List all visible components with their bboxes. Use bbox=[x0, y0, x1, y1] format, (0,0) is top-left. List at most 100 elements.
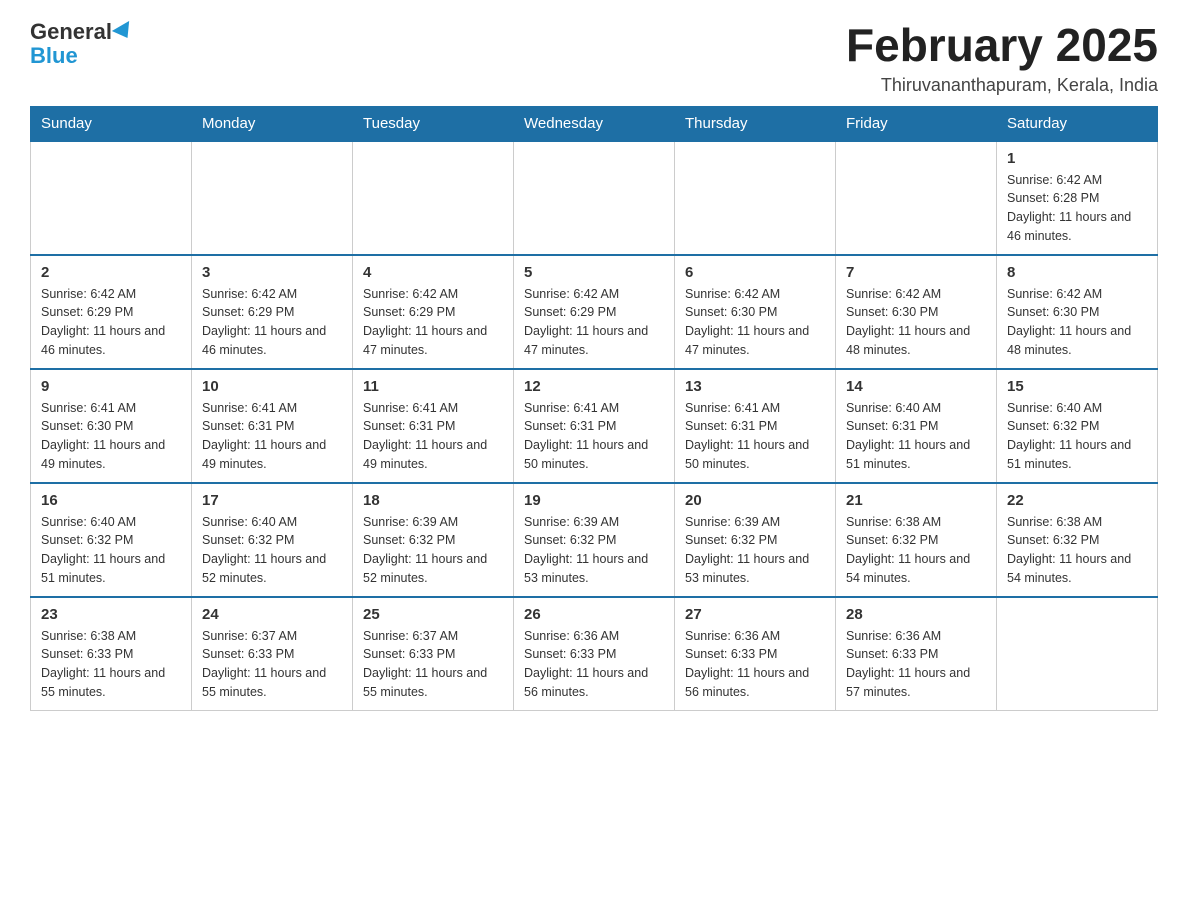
day-info: Sunrise: 6:38 AM Sunset: 6:32 PM Dayligh… bbox=[846, 513, 986, 588]
calendar-day-cell: 19 Sunrise: 6:39 AM Sunset: 6:32 PM Dayli… bbox=[514, 483, 675, 597]
logo: General Blue bbox=[30, 20, 134, 68]
day-info: Sunrise: 6:41 AM Sunset: 6:31 PM Dayligh… bbox=[685, 399, 825, 474]
day-info: Sunrise: 6:37 AM Sunset: 6:33 PM Dayligh… bbox=[202, 627, 342, 702]
calendar-week-row: 16 Sunrise: 6:40 AM Sunset: 6:32 PM Dayli… bbox=[31, 483, 1158, 597]
calendar-day-cell: 16 Sunrise: 6:40 AM Sunset: 6:32 PM Dayli… bbox=[31, 483, 192, 597]
calendar-week-row: 9 Sunrise: 6:41 AM Sunset: 6:30 PM Daylig… bbox=[31, 369, 1158, 483]
logo-blue-text: Blue bbox=[30, 44, 78, 68]
calendar-day-cell: 7 Sunrise: 6:42 AM Sunset: 6:30 PM Daylig… bbox=[836, 255, 997, 369]
day-header-tuesday: Tuesday bbox=[353, 106, 514, 141]
calendar-week-row: 23 Sunrise: 6:38 AM Sunset: 6:33 PM Dayli… bbox=[31, 597, 1158, 711]
day-number: 10 bbox=[202, 378, 342, 395]
day-info: Sunrise: 6:39 AM Sunset: 6:32 PM Dayligh… bbox=[685, 513, 825, 588]
day-number: 17 bbox=[202, 492, 342, 509]
calendar-day-cell: 23 Sunrise: 6:38 AM Sunset: 6:33 PM Dayli… bbox=[31, 597, 192, 711]
calendar-day-cell: 17Sunrise: 6:40 AM Sunset: 6:32 PM Dayli… bbox=[192, 483, 353, 597]
day-info: Sunrise: 6:41 AM Sunset: 6:31 PM Dayligh… bbox=[363, 399, 503, 474]
day-number: 6 bbox=[685, 264, 825, 281]
day-number: 18 bbox=[363, 492, 503, 509]
day-info: Sunrise: 6:38 AM Sunset: 6:33 PM Dayligh… bbox=[41, 627, 181, 702]
calendar-header-row: SundayMondayTuesdayWednesdayThursdayFrid… bbox=[31, 106, 1158, 141]
day-info: Sunrise: 6:36 AM Sunset: 6:33 PM Dayligh… bbox=[685, 627, 825, 702]
day-info: Sunrise: 6:41 AM Sunset: 6:30 PM Dayligh… bbox=[41, 399, 181, 474]
calendar-day-cell: 18Sunrise: 6:39 AM Sunset: 6:32 PM Dayli… bbox=[353, 483, 514, 597]
calendar-day-cell bbox=[675, 141, 836, 255]
title-block: February 2025 Thiruvananthapuram, Kerala… bbox=[846, 20, 1158, 96]
logo-general-text: General bbox=[30, 20, 112, 44]
day-number: 15 bbox=[1007, 378, 1147, 395]
calendar-day-cell bbox=[836, 141, 997, 255]
day-info: Sunrise: 6:40 AM Sunset: 6:32 PM Dayligh… bbox=[1007, 399, 1147, 474]
day-number: 11 bbox=[363, 378, 503, 395]
day-info: Sunrise: 6:42 AM Sunset: 6:29 PM Dayligh… bbox=[41, 285, 181, 360]
calendar-day-cell: 5 Sunrise: 6:42 AM Sunset: 6:29 PM Daylig… bbox=[514, 255, 675, 369]
day-number: 12 bbox=[524, 378, 664, 395]
calendar-day-cell: 20 Sunrise: 6:39 AM Sunset: 6:32 PM Dayli… bbox=[675, 483, 836, 597]
day-info: Sunrise: 6:36 AM Sunset: 6:33 PM Dayligh… bbox=[524, 627, 664, 702]
day-number: 27 bbox=[685, 606, 825, 623]
day-info: Sunrise: 6:36 AM Sunset: 6:33 PM Dayligh… bbox=[846, 627, 986, 702]
logo-triangle-icon bbox=[112, 21, 136, 43]
calendar-day-cell: 1 Sunrise: 6:42 AM Sunset: 6:28 PM Daylig… bbox=[997, 141, 1158, 255]
day-info: Sunrise: 6:42 AM Sunset: 6:29 PM Dayligh… bbox=[363, 285, 503, 360]
day-info: Sunrise: 6:41 AM Sunset: 6:31 PM Dayligh… bbox=[202, 399, 342, 474]
day-info: Sunrise: 6:39 AM Sunset: 6:32 PM Dayligh… bbox=[524, 513, 664, 588]
calendar-day-cell: 25Sunrise: 6:37 AM Sunset: 6:33 PM Dayli… bbox=[353, 597, 514, 711]
day-info: Sunrise: 6:42 AM Sunset: 6:28 PM Dayligh… bbox=[1007, 171, 1147, 246]
calendar-day-cell: 26Sunrise: 6:36 AM Sunset: 6:33 PM Dayli… bbox=[514, 597, 675, 711]
calendar-day-cell bbox=[353, 141, 514, 255]
day-number: 28 bbox=[846, 606, 986, 623]
day-number: 4 bbox=[363, 264, 503, 281]
day-number: 3 bbox=[202, 264, 342, 281]
calendar-week-row: 2 Sunrise: 6:42 AM Sunset: 6:29 PM Daylig… bbox=[31, 255, 1158, 369]
calendar-day-cell bbox=[514, 141, 675, 255]
calendar-day-cell: 4 Sunrise: 6:42 AM Sunset: 6:29 PM Daylig… bbox=[353, 255, 514, 369]
day-info: Sunrise: 6:40 AM Sunset: 6:31 PM Dayligh… bbox=[846, 399, 986, 474]
calendar-day-cell: 27 Sunrise: 6:36 AM Sunset: 6:33 PM Dayli… bbox=[675, 597, 836, 711]
calendar-title: February 2025 bbox=[846, 20, 1158, 71]
calendar-day-cell: 22 Sunrise: 6:38 AM Sunset: 6:32 PM Dayli… bbox=[997, 483, 1158, 597]
day-number: 9 bbox=[41, 378, 181, 395]
day-number: 8 bbox=[1007, 264, 1147, 281]
calendar-day-cell: 2 Sunrise: 6:42 AM Sunset: 6:29 PM Daylig… bbox=[31, 255, 192, 369]
calendar-day-cell: 13 Sunrise: 6:41 AM Sunset: 6:31 PM Dayli… bbox=[675, 369, 836, 483]
day-info: Sunrise: 6:40 AM Sunset: 6:32 PM Dayligh… bbox=[41, 513, 181, 588]
calendar-day-cell: 6 Sunrise: 6:42 AM Sunset: 6:30 PM Daylig… bbox=[675, 255, 836, 369]
calendar-table: SundayMondayTuesdayWednesdayThursdayFrid… bbox=[30, 106, 1158, 711]
calendar-day-cell bbox=[31, 141, 192, 255]
day-info: Sunrise: 6:42 AM Sunset: 6:30 PM Dayligh… bbox=[846, 285, 986, 360]
calendar-week-row: 1 Sunrise: 6:42 AM Sunset: 6:28 PM Daylig… bbox=[31, 141, 1158, 255]
calendar-day-cell: 21 Sunrise: 6:38 AM Sunset: 6:32 PM Dayli… bbox=[836, 483, 997, 597]
page-header: General Blue February 2025 Thiruvanantha… bbox=[30, 20, 1158, 96]
calendar-subtitle: Thiruvananthapuram, Kerala, India bbox=[846, 75, 1158, 96]
calendar-day-cell: 11 Sunrise: 6:41 AM Sunset: 6:31 PM Dayli… bbox=[353, 369, 514, 483]
day-info: Sunrise: 6:42 AM Sunset: 6:30 PM Dayligh… bbox=[685, 285, 825, 360]
day-number: 20 bbox=[685, 492, 825, 509]
day-header-thursday: Thursday bbox=[675, 106, 836, 141]
day-number: 14 bbox=[846, 378, 986, 395]
calendar-day-cell bbox=[997, 597, 1158, 711]
day-number: 24 bbox=[202, 606, 342, 623]
day-info: Sunrise: 6:38 AM Sunset: 6:32 PM Dayligh… bbox=[1007, 513, 1147, 588]
day-number: 23 bbox=[41, 606, 181, 623]
day-header-sunday: Sunday bbox=[31, 106, 192, 141]
day-number: 1 bbox=[1007, 150, 1147, 167]
calendar-day-cell: 10 Sunrise: 6:41 AM Sunset: 6:31 PM Dayli… bbox=[192, 369, 353, 483]
day-number: 13 bbox=[685, 378, 825, 395]
day-number: 25 bbox=[363, 606, 503, 623]
calendar-day-cell: 8 Sunrise: 6:42 AM Sunset: 6:30 PM Daylig… bbox=[997, 255, 1158, 369]
day-number: 22 bbox=[1007, 492, 1147, 509]
day-header-monday: Monday bbox=[192, 106, 353, 141]
day-number: 16 bbox=[41, 492, 181, 509]
day-info: Sunrise: 6:41 AM Sunset: 6:31 PM Dayligh… bbox=[524, 399, 664, 474]
day-info: Sunrise: 6:42 AM Sunset: 6:29 PM Dayligh… bbox=[202, 285, 342, 360]
day-header-saturday: Saturday bbox=[997, 106, 1158, 141]
day-number: 2 bbox=[41, 264, 181, 281]
day-number: 21 bbox=[846, 492, 986, 509]
day-info: Sunrise: 6:42 AM Sunset: 6:30 PM Dayligh… bbox=[1007, 285, 1147, 360]
day-number: 19 bbox=[524, 492, 664, 509]
day-number: 7 bbox=[846, 264, 986, 281]
day-number: 5 bbox=[524, 264, 664, 281]
calendar-day-cell: 14 Sunrise: 6:40 AM Sunset: 6:31 PM Dayli… bbox=[836, 369, 997, 483]
day-info: Sunrise: 6:42 AM Sunset: 6:29 PM Dayligh… bbox=[524, 285, 664, 360]
